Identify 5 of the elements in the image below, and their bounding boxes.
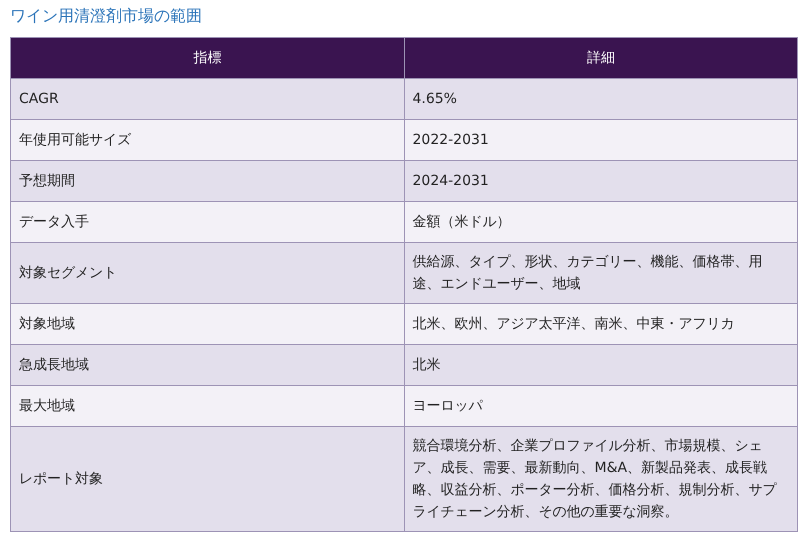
- table-cell: レポート対象: [10, 426, 404, 532]
- column-header: 指標: [10, 38, 404, 78]
- column-header: 詳細: [404, 38, 798, 78]
- table-cell: 競合環境分析、企業プロファイル分析、市場規模、シェア、成長、需要、最新動向、M&A、新製品発表、成長戦略、収益分析、ポーター分析、価格分析、規制分析、サプライチェーン分析、その他の重要な洞察。: [404, 426, 798, 532]
- section-title: ワイン用清澄剤市場の範囲: [10, 5, 203, 27]
